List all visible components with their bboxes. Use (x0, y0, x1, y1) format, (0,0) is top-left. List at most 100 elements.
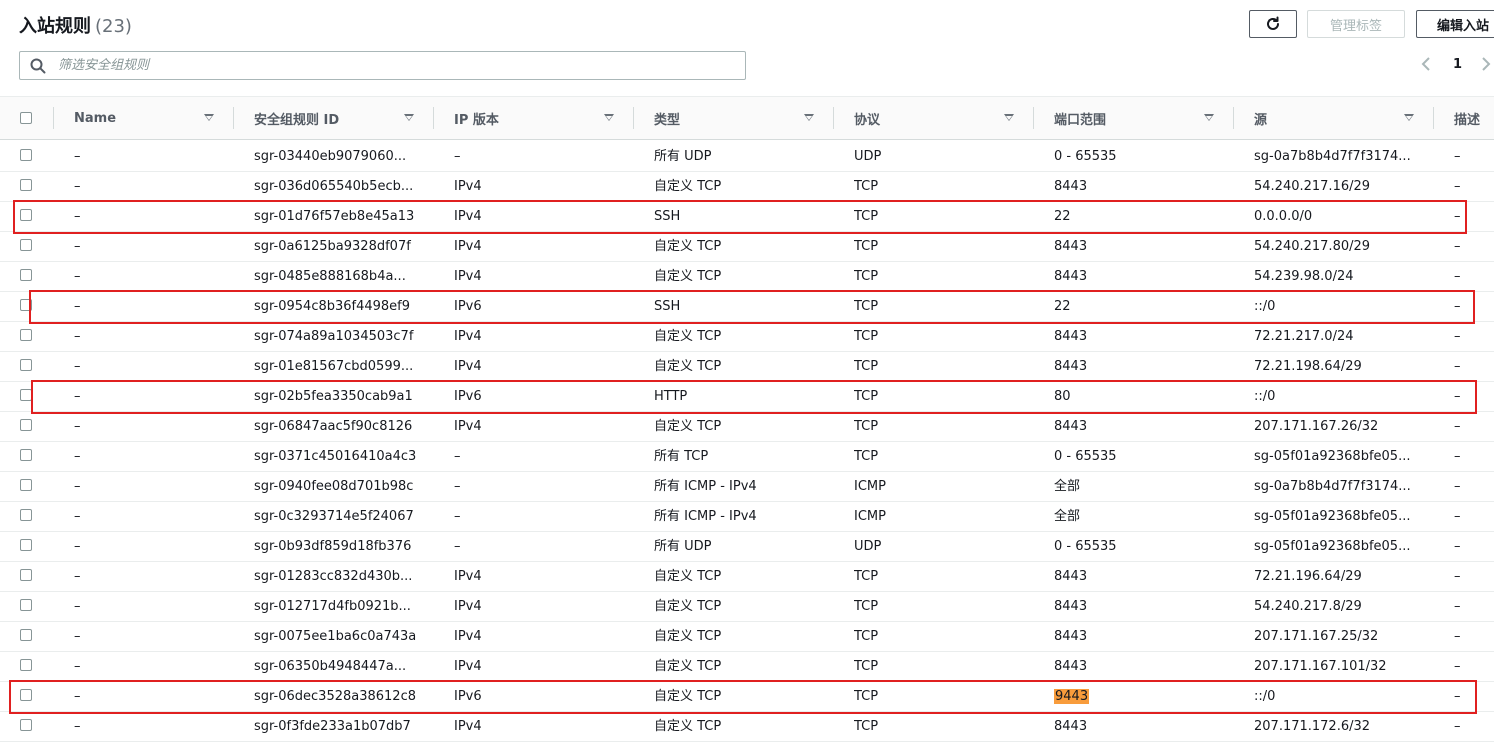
column-divider[interactable] (433, 107, 434, 129)
cell-source: 72.21.196.64/29 (1254, 569, 1362, 584)
column-header-protocol[interactable]: 协议 (854, 97, 880, 140)
table-row[interactable]: – sgr-036d065540b5ecb... IPv4 自定义 TCP TCP 844… (0, 172, 1494, 202)
row-checkbox[interactable] (20, 359, 32, 371)
row-checkbox[interactable] (20, 719, 32, 731)
cell-description: – (1454, 479, 1461, 494)
row-checkbox[interactable] (20, 179, 32, 191)
cell-rule-id: sgr-02b5fea3350cab9a1 (254, 389, 413, 404)
row-checkbox[interactable] (20, 539, 32, 551)
sort-icon[interactable] (404, 114, 414, 121)
table-row[interactable]: – sgr-06350b4948447a... IPv4 自定义 TCP TCP 8443… (0, 652, 1494, 682)
table-row[interactable]: – sgr-0f3fde233a1b07db7 IPv4 自定义 TCP TCP 8443… (0, 712, 1494, 742)
row-checkbox[interactable] (20, 599, 32, 611)
row-checkbox[interactable] (20, 239, 32, 251)
sort-icon[interactable] (804, 114, 814, 121)
table-row[interactable]: – sgr-0b93df859d18fb376 – 所有 UDP UDP 0 - 6553… (0, 532, 1494, 562)
column-divider[interactable] (1433, 107, 1434, 129)
table-row[interactable]: – sgr-01283cc832d430b... IPv4 自定义 TCP TCP 844… (0, 562, 1494, 592)
row-checkbox[interactable] (20, 449, 32, 461)
cell-rule-id: sgr-06847aac5f90c8126 (254, 419, 413, 434)
column-header-ip-version[interactable]: IP 版本 (454, 97, 499, 140)
cell-source: sg-05f01a92368bfe05... (1254, 539, 1411, 554)
cell-ip-version: – (454, 509, 461, 524)
cell-rule-id: sgr-012717d4fb0921b... (254, 599, 411, 614)
cell-rule-id: sgr-074a89a1034503c7f (254, 329, 414, 344)
sort-icon[interactable] (1004, 114, 1014, 121)
column-header-port-range[interactable]: 端口范围 (1054, 97, 1106, 140)
table-row[interactable]: – sgr-0371c45016410a4c3 – 所有 TCP TCP 0 - 6553… (0, 442, 1494, 472)
row-checkbox[interactable] (20, 299, 32, 311)
sort-icon[interactable] (204, 114, 214, 121)
search-input[interactable] (56, 57, 720, 74)
sort-icon[interactable] (604, 114, 614, 121)
column-header-description[interactable]: 描述 (1454, 97, 1480, 140)
cell-source: 207.171.167.25/32 (1254, 629, 1379, 644)
table-row[interactable]: – sgr-03440eb9079060... – 所有 UDP UDP 0 - 6553… (0, 142, 1494, 172)
row-checkbox[interactable] (20, 509, 32, 521)
row-checkbox[interactable] (20, 659, 32, 671)
cell-source: 54.239.98.0/24 (1254, 269, 1354, 284)
current-page-number[interactable]: 1 (1453, 57, 1462, 72)
row-checkbox[interactable] (20, 479, 32, 491)
row-checkbox[interactable] (20, 269, 32, 281)
cell-protocol: UDP (854, 149, 882, 164)
table-row[interactable]: – sgr-012717d4fb0921b... IPv4 自定义 TCP TCP 844… (0, 592, 1494, 622)
row-checkbox[interactable] (20, 629, 32, 641)
column-divider[interactable] (53, 107, 54, 129)
column-header-rule-id[interactable]: 安全组规则 ID (254, 97, 339, 140)
previous-page-button[interactable] (1421, 57, 1431, 75)
table-row[interactable]: – sgr-0c3293714e5f24067 – 所有 ICMP - IPv4 ICM… (0, 502, 1494, 532)
column-divider[interactable] (833, 107, 834, 129)
row-checkbox[interactable] (20, 149, 32, 161)
cell-description: – (1454, 389, 1461, 404)
table-row[interactable]: – sgr-06dec3528a38612c8 IPv6 自定义 TCP TCP 9443… (0, 682, 1494, 712)
cell-description: – (1454, 419, 1461, 434)
table-row[interactable]: – sgr-01e81567cbd0599... IPv4 自定义 TCP TCP 844… (0, 352, 1494, 382)
cell-protocol: TCP (854, 209, 879, 224)
column-header-source[interactable]: 源 (1254, 97, 1267, 140)
sort-icon[interactable] (1404, 114, 1414, 121)
table-row[interactable]: – sgr-01d76f57eb8e45a13 IPv4 SSH TCP 22 0.0.0.… (0, 202, 1494, 232)
cell-source: sg-05f01a92368bfe05... (1254, 449, 1411, 464)
table-row[interactable]: – sgr-0485e888168b4a... IPv4 自定义 TCP TCP 8443… (0, 262, 1494, 292)
column-header-name[interactable]: Name (74, 97, 116, 140)
chevron-left-icon (1421, 57, 1430, 71)
cell-source: sg-0a7b8b4d7f7f3174... (1254, 149, 1411, 164)
refresh-button[interactable] (1249, 10, 1297, 38)
table-row[interactable]: – sgr-0a6125ba9328df07f IPv4 自定义 TCP TCP 8443… (0, 232, 1494, 262)
sort-icon[interactable] (1204, 114, 1214, 121)
next-page-button[interactable] (1481, 57, 1491, 75)
cell-description: – (1454, 329, 1461, 344)
row-checkbox[interactable] (20, 389, 32, 401)
select-all-checkbox[interactable] (20, 112, 32, 124)
cell-description: – (1454, 359, 1461, 374)
edit-inbound-rules-button[interactable]: 编辑入站 (1416, 10, 1494, 38)
table-row[interactable]: – sgr-074a89a1034503c7f IPv4 自定义 TCP TCP 8443… (0, 322, 1494, 352)
cell-ip-version: IPv4 (454, 629, 482, 644)
table-row[interactable]: – sgr-06847aac5f90c8126 IPv4 自定义 TCP TCP 8443… (0, 412, 1494, 442)
table-row[interactable]: – sgr-0940fee08d701b98c – 所有 ICMP - IPv4 ICM… (0, 472, 1494, 502)
cell-source: 207.171.167.101/32 (1254, 659, 1387, 674)
cell-port-range: 8443 (1054, 599, 1088, 614)
row-checkbox[interactable] (20, 569, 32, 581)
table-row[interactable]: – sgr-0954c8b36f4498ef9 IPv6 SSH TCP 22::/0 – (0, 292, 1494, 322)
row-checkbox[interactable] (20, 329, 32, 341)
column-divider[interactable] (633, 107, 634, 129)
cell-source: 54.240.217.16/29 (1254, 179, 1371, 194)
cell-type: 自定义 TCP (654, 269, 722, 284)
cell-port-range: 22 (1054, 209, 1071, 224)
row-checkbox[interactable] (20, 209, 32, 221)
column-divider[interactable] (233, 107, 234, 129)
column-divider[interactable] (1033, 107, 1034, 129)
column-header-type[interactable]: 类型 (654, 97, 680, 140)
row-checkbox[interactable] (20, 419, 32, 431)
column-divider[interactable] (1233, 107, 1234, 129)
cell-name: – (74, 329, 81, 344)
cell-type: 自定义 TCP (654, 659, 722, 674)
table-row[interactable]: – sgr-02b5fea3350cab9a1 IPv6 HTTP TCP 80::/0 – (0, 382, 1494, 412)
row-checkbox[interactable] (20, 689, 32, 701)
cell-description: – (1454, 539, 1461, 554)
table-row[interactable]: – sgr-0075ee1ba6c0a743a IPv4 自定义 TCP TCP 8443… (0, 622, 1494, 652)
cell-rule-id: sgr-0b93df859d18fb376 (254, 539, 412, 554)
manage-tags-button[interactable]: 管理标签 (1307, 10, 1405, 38)
